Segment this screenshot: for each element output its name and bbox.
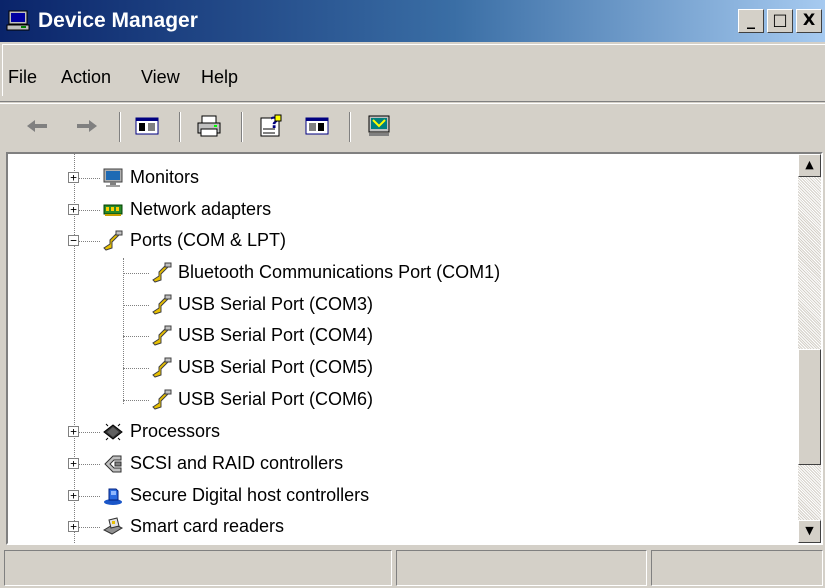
processor-icon [102,421,124,443]
toolbar: ? [0,103,825,151]
title-bar[interactable]: Device Manager _ □ X [0,0,825,42]
tree-item-ports[interactable]: Ports (COM & LPT) [130,230,286,251]
expand-toggle[interactable]: + [68,458,79,469]
status-bar [0,548,825,588]
menu-action[interactable]: Action [61,67,111,88]
expand-toggle[interactable]: + [68,172,79,183]
scroll-up-button[interactable]: ▲ [798,154,821,177]
port-icon [151,294,173,316]
expand-toggle[interactable]: + [68,204,79,215]
network-adapter-icon [102,199,124,221]
scsi-controller-icon [102,453,124,475]
device-tree: + Monitors + Network adapters − Ports (C… [8,154,798,543]
port-icon [102,230,124,252]
toolbar-separator [241,112,243,142]
tree-item-processors[interactable]: Processors [130,421,220,442]
sd-host-icon [102,485,124,507]
window-title: Device Manager [38,9,198,32]
tree-item-com1[interactable]: Bluetooth Communications Port (COM1) [178,262,500,283]
tree-line [123,336,149,337]
help-icon[interactable]: ? [257,111,287,141]
tree-item-com4[interactable]: USB Serial Port (COM4) [178,325,373,346]
expand-toggle[interactable]: + [68,426,79,437]
status-pane-main [4,550,392,586]
scroll-down-button[interactable]: ▼ [798,520,821,543]
expand-toggle[interactable]: + [68,490,79,501]
properties-icon[interactable] [302,111,332,141]
back-arrow-icon[interactable] [22,111,52,141]
window-controls: _ □ X [738,9,825,33]
close-button[interactable]: X [796,9,822,33]
toolbar-separator [349,112,351,142]
minimize-button[interactable]: _ [738,9,764,33]
tree-item-scsi-raid[interactable]: SCSI and RAID controllers [130,453,343,474]
tree-item-com3[interactable]: USB Serial Port (COM3) [178,294,373,315]
scroll-thumb[interactable] [798,349,821,465]
toolbar-separator [119,112,121,142]
device-tree-panel: + Monitors + Network adapters − Ports (C… [6,152,823,545]
show-hide-tree-icon[interactable] [132,111,162,141]
tree-item-sd-host[interactable]: Secure Digital host controllers [130,485,369,506]
tree-item-network-adapters[interactable]: Network adapters [130,199,271,220]
menu-file[interactable]: File [8,67,37,88]
port-icon [151,262,173,284]
maximize-button[interactable]: □ [767,9,793,33]
menu-view[interactable]: View [141,67,180,88]
scan-hardware-icon[interactable] [365,111,395,141]
monitor-icon [102,167,124,189]
smart-card-reader-icon [102,516,124,538]
tree-item-smart-card-readers[interactable]: Smart card readers [130,516,284,537]
tree-line [123,400,149,401]
tree-line [123,305,149,306]
forward-arrow-icon[interactable] [72,111,102,141]
menu-bar-inner: File Action View Help [2,44,825,96]
tree-line [123,273,149,274]
menu-bar: File Action View Help [0,42,825,102]
toolbar-separator [179,112,181,142]
tree-item-com5[interactable]: USB Serial Port (COM5) [178,357,373,378]
collapse-toggle[interactable]: − [68,235,79,246]
status-pane-3 [651,550,823,586]
status-pane-2 [396,550,647,586]
port-icon [151,389,173,411]
port-icon [151,325,173,347]
tree-item-com6[interactable]: USB Serial Port (COM6) [178,389,373,410]
tree-line [123,258,124,404]
menu-help[interactable]: Help [201,67,238,88]
tree-line [123,368,149,369]
device-manager-icon [6,9,32,33]
print-icon[interactable] [194,111,224,141]
port-icon [151,357,173,379]
tree-item-monitors[interactable]: Monitors [130,167,199,188]
expand-toggle[interactable]: + [68,521,79,532]
vertical-scrollbar[interactable]: ▲ ▼ [798,154,821,543]
